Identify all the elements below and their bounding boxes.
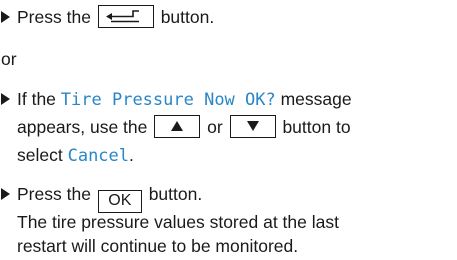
step-text: button to <box>282 117 351 137</box>
menu-option: Cancel <box>67 146 130 166</box>
bullet-arrow-icon <box>1 188 10 200</box>
back-button-key <box>97 5 154 28</box>
step-text: Press the <box>17 7 91 27</box>
step-text: Press the <box>17 184 91 204</box>
instruction-continuation: appears, use the or button to <box>17 113 351 141</box>
step-text: button. <box>160 7 215 27</box>
down-button-key <box>229 115 276 138</box>
step-text: select <box>17 145 63 165</box>
or-separator: or <box>1 49 17 69</box>
back-arrow-icon <box>105 10 139 23</box>
step-text: appears, use the <box>17 117 148 137</box>
bullet-arrow-icon <box>1 93 10 105</box>
result-text: restart will continue to be monitored. <box>17 236 299 256</box>
triangle-down-icon <box>246 121 259 131</box>
display-message: Tire Pressure Now OK? <box>60 90 276 110</box>
instruction-continuation: select Cancel. <box>17 141 134 170</box>
bullet-arrow-icon <box>1 11 10 23</box>
step-text: . <box>129 145 134 165</box>
step-text: message <box>280 89 352 109</box>
step-text: or <box>207 117 223 137</box>
step-text: button. <box>148 184 203 204</box>
triangle-up-icon <box>171 121 184 131</box>
up-button-key <box>154 115 201 138</box>
step-text: If the <box>17 89 56 109</box>
